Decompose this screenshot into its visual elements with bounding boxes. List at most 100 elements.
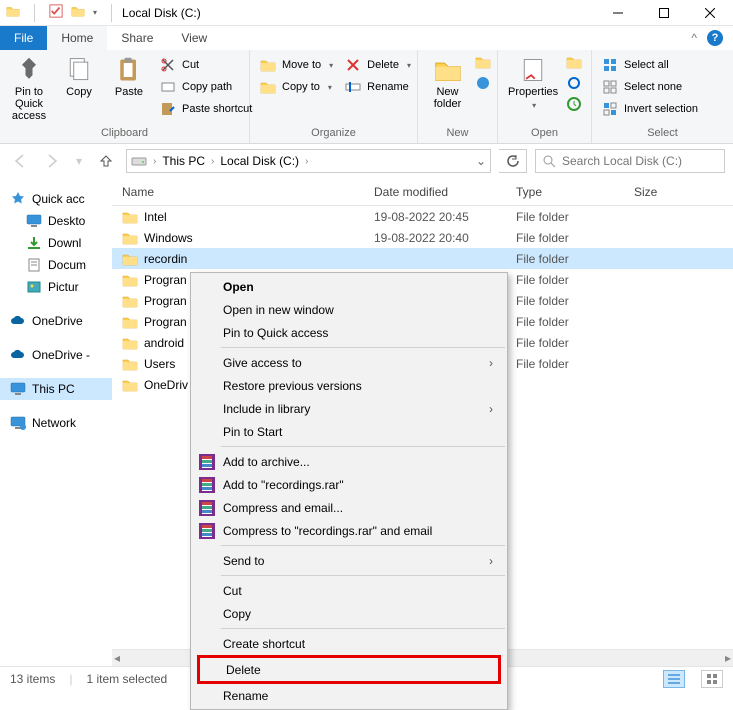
- drive-icon: [131, 153, 147, 169]
- up-button[interactable]: [94, 149, 118, 173]
- chevron-right-icon: ›: [489, 356, 493, 370]
- copy-path-label: Copy path: [182, 81, 232, 93]
- invert-selection-button[interactable]: Invert selection: [598, 98, 702, 120]
- ctx-compress-rar-email[interactable]: Compress to "recordings.rar" and email: [191, 519, 507, 542]
- tab-home[interactable]: Home: [47, 26, 107, 50]
- close-button[interactable]: [687, 0, 733, 26]
- nav-pictures[interactable]: Pictur: [0, 276, 112, 298]
- file-type: File folder: [516, 210, 634, 224]
- refresh-button[interactable]: [499, 149, 527, 173]
- delete-label: Delete: [367, 59, 399, 71]
- forward-button[interactable]: [40, 149, 64, 173]
- ctx-pin-start[interactable]: Pin to Start: [191, 420, 507, 443]
- select-all-button[interactable]: Select all: [598, 54, 702, 76]
- col-name[interactable]: Name: [112, 185, 374, 199]
- qat-folder-icon[interactable]: [71, 4, 85, 21]
- nav-documents[interactable]: Docum: [0, 254, 112, 276]
- maximize-button[interactable]: [641, 0, 687, 26]
- file-date: 19-08-2022 20:40: [374, 231, 516, 245]
- nav-desktop[interactable]: Deskto: [0, 210, 112, 232]
- nav-this-pc[interactable]: This PC: [0, 378, 112, 400]
- ctx-open[interactable]: Open: [191, 275, 507, 298]
- back-button[interactable]: [8, 149, 32, 173]
- recent-dropdown[interactable]: ▾: [72, 149, 86, 173]
- copy-button[interactable]: Copy: [56, 54, 102, 100]
- edit-icon[interactable]: [566, 75, 582, 94]
- file-name: recordin: [144, 252, 187, 266]
- folder-icon: [122, 230, 138, 246]
- ctx-copy[interactable]: Copy: [191, 602, 507, 625]
- icons-view-button[interactable]: [701, 670, 723, 688]
- ctx-open-new-window[interactable]: Open in new window: [191, 298, 507, 321]
- search-box[interactable]: [535, 149, 725, 173]
- nav-network[interactable]: Network: [0, 412, 112, 434]
- column-headers[interactable]: Name Date modified Type Size: [112, 178, 733, 206]
- rename-button[interactable]: Rename: [341, 76, 415, 98]
- ctx-include-library[interactable]: Include in library›: [191, 397, 507, 420]
- minimize-button[interactable]: [595, 0, 641, 26]
- ctx-restore-versions[interactable]: Restore previous versions: [191, 374, 507, 397]
- paste-shortcut-button[interactable]: Paste shortcut: [156, 98, 256, 120]
- easy-access-icon[interactable]: [475, 75, 491, 94]
- breadcrumb-drive[interactable]: Local Disk (C:): [220, 154, 299, 168]
- history-icon[interactable]: [566, 96, 582, 115]
- file-name: Progran: [144, 315, 187, 329]
- col-size[interactable]: Size: [634, 185, 733, 199]
- properties-button[interactable]: Properties▾: [504, 54, 562, 114]
- copy-to-button[interactable]: Copy to▾: [256, 76, 337, 98]
- pin-to-quick-access-button[interactable]: Pin to Quick access: [6, 54, 52, 124]
- winrar-icon: [199, 454, 215, 470]
- ctx-compress-email[interactable]: Compress and email...: [191, 496, 507, 519]
- tab-view[interactable]: View: [167, 26, 221, 50]
- winrar-icon: [199, 523, 215, 539]
- col-type[interactable]: Type: [516, 185, 634, 199]
- ctx-create-shortcut[interactable]: Create shortcut: [191, 632, 507, 655]
- nav-onedrive-2[interactable]: OneDrive -: [0, 344, 112, 366]
- file-row[interactable]: recordinFile folder: [112, 248, 733, 269]
- delete-button[interactable]: Delete▾: [341, 54, 415, 76]
- details-view-button[interactable]: [663, 670, 685, 688]
- qat-checkbox-icon[interactable]: [49, 4, 63, 21]
- col-date[interactable]: Date modified: [374, 185, 516, 199]
- nav-onedrive[interactable]: OneDrive: [0, 310, 112, 332]
- ctx-rename[interactable]: Rename: [191, 684, 507, 707]
- ctx-delete[interactable]: Delete: [200, 658, 498, 681]
- file-type: File folder: [516, 315, 634, 329]
- nav-quick-access[interactable]: Quick acc: [0, 188, 112, 210]
- qat-divider: [34, 4, 35, 22]
- search-input[interactable]: [562, 154, 718, 168]
- file-row[interactable]: Windows19-08-2022 20:40File folder: [112, 227, 733, 248]
- select-none-button[interactable]: Select none: [598, 76, 702, 98]
- copy-path-button[interactable]: Copy path: [156, 76, 256, 98]
- select-none-label: Select none: [624, 81, 682, 93]
- address-bar[interactable]: › This PC › Local Disk (C:) › ⌄: [126, 149, 491, 173]
- paste-button[interactable]: Paste: [106, 54, 152, 100]
- ctx-cut[interactable]: Cut: [191, 579, 507, 602]
- file-name: OneDriv: [144, 378, 188, 392]
- open-icon[interactable]: [566, 54, 582, 73]
- ctx-send-to[interactable]: Send to›: [191, 549, 507, 572]
- tab-file[interactable]: File: [0, 26, 47, 50]
- move-to-button[interactable]: Move to▾: [256, 54, 337, 76]
- new-folder-button[interactable]: New folder: [424, 54, 471, 112]
- ribbon: Pin to Quick access Copy Paste Cut Copy …: [0, 50, 733, 144]
- address-dropdown-icon[interactable]: ⌄: [476, 154, 486, 168]
- rename-label: Rename: [367, 81, 409, 93]
- ribbon-tabs: File Home Share View ^ ?: [0, 26, 733, 50]
- ctx-add-archive[interactable]: Add to archive...: [191, 450, 507, 473]
- breadcrumb-this-pc[interactable]: This PC: [162, 154, 205, 168]
- chevron-right-icon: ›: [489, 554, 493, 568]
- file-type: File folder: [516, 294, 634, 308]
- qat-dropdown-icon[interactable]: ▾: [93, 8, 97, 17]
- ctx-pin-quick-access[interactable]: Pin to Quick access: [191, 321, 507, 344]
- file-row[interactable]: Intel19-08-2022 20:45File folder: [112, 206, 733, 227]
- tab-share[interactable]: Share: [107, 26, 167, 50]
- new-item-icon[interactable]: [475, 54, 491, 73]
- cut-button[interactable]: Cut: [156, 54, 256, 76]
- collapse-ribbon-icon[interactable]: ^: [691, 31, 697, 45]
- ctx-add-rar[interactable]: Add to "recordings.rar": [191, 473, 507, 496]
- ctx-give-access[interactable]: Give access to›: [191, 351, 507, 374]
- nav-downloads[interactable]: Downl: [0, 232, 112, 254]
- open-group-label: Open: [504, 127, 585, 143]
- help-icon[interactable]: ?: [707, 30, 723, 46]
